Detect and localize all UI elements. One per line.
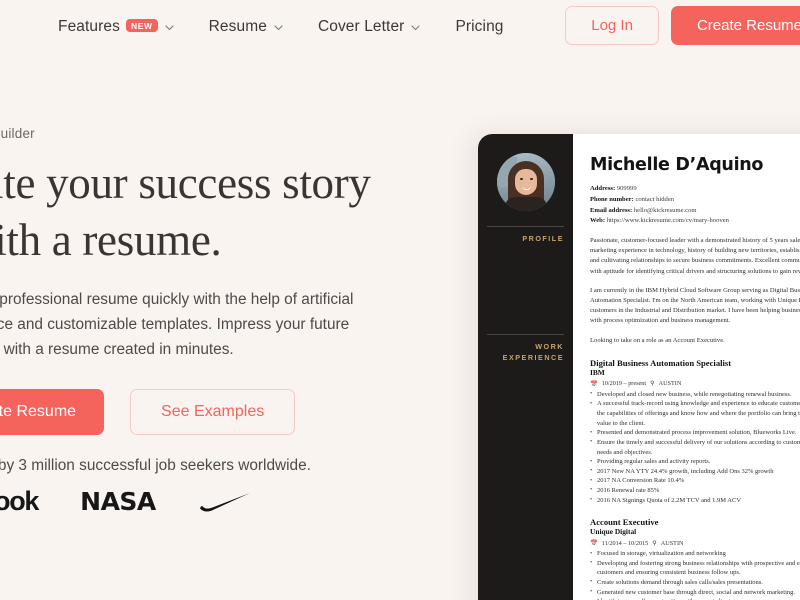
work-label-line-1: WORK — [535, 342, 564, 351]
nav-label-cover-letter: Cover Letter — [317, 17, 405, 35]
job-meta: 📅 11/2014 – 10/2015 ⚲ AUSTIN — [590, 539, 800, 548]
contact-address: Address: 909999 — [590, 184, 800, 195]
list-item: Ensure the timely and successful deliver… — [590, 437, 800, 457]
job-meta: 📅 10/2019 – present ⚲ AUSTIN — [590, 380, 800, 388]
resume-section-label-profile: PROFILE — [487, 226, 564, 245]
contact-address-value: 909999 — [616, 185, 637, 193]
resume-candidate-name: Michelle D’Aquino — [590, 155, 764, 175]
list-item: Developing and fostering strong business… — [590, 558, 800, 578]
contact-web-value: https://www.kickresume.com/cv/mary-hoove… — [606, 217, 729, 225]
nav-item-resume[interactable]: Resume — [209, 18, 284, 36]
resume-body: Michelle D’Aquino Address: 909999 Phone … — [573, 134, 800, 600]
contact-address-label: Address: — [590, 185, 616, 193]
list-item: 2016 Renewal rate 85% — [590, 485, 800, 496]
job-location: AUSTIN — [658, 380, 682, 388]
job-dates: 11/2014 – 10/2015 — [601, 539, 649, 547]
calendar-icon: 📅 — [590, 380, 598, 388]
facebook-logo: facebook — [0, 486, 39, 516]
main-navigation: Features NEW Resume Cover Letter Pricing — [58, 0, 538, 53]
list-item: A successful track-record using knowledg… — [590, 399, 800, 428]
list-item: Focused in storage, virtualization and n… — [590, 549, 800, 559]
nasa-logo: NASA — [80, 487, 156, 516]
login-button[interactable]: Log In — [565, 6, 659, 45]
contact-email-value: hello@kickresume.com — [633, 206, 697, 214]
contact-web: Web: https://www.kickresume.com/cv/mary-… — [590, 216, 800, 227]
list-item: Create solutions demand through sales ca… — [590, 577, 800, 588]
contact-email: Email address: hello@kickresume.com — [590, 206, 800, 217]
resume-preview-card[interactable]: PROFILE WORK EXPERIENCE Michelle D’Aquin… — [478, 134, 800, 600]
list-item: Developed and closed new business, while… — [590, 389, 800, 400]
profile-paragraph-1: Passionate, customer-focused leader with… — [590, 236, 800, 275]
job-title: Account Executive — [590, 517, 659, 528]
calendar-icon: 📅 — [590, 540, 598, 548]
page-title: Write your success story with a resume. — [0, 155, 396, 268]
resume-sidebar: PROFILE WORK EXPERIENCE — [478, 134, 573, 600]
new-badge: NEW — [125, 19, 158, 32]
headline-line-2: with a resume. — [0, 214, 222, 265]
create-resume-header-button[interactable]: Create Resume — [670, 6, 800, 45]
job-company: Unique Digital — [590, 527, 637, 537]
site-header: me Features NEW Resume Cover Letter — [0, 0, 800, 53]
contact-phone-label: Phone number: — [590, 195, 634, 203]
profile-label: PROFILE — [522, 234, 564, 243]
profile-paragraph-2: I am currently in the IBM Hybrid Cloud S… — [590, 286, 800, 325]
job-title: Digital Business Automation Specialist — [590, 357, 732, 368]
hero-subheading: Create a professional resume quickly wit… — [0, 291, 354, 359]
create-resume-button[interactable]: Create Resume — [0, 389, 105, 436]
auth-actions: Log In Create Resume — [565, 6, 800, 45]
list-item: Presented and demonstrated process impro… — [590, 428, 800, 438]
headline-line-1: Write your success story — [0, 158, 371, 208]
chevron-down-icon — [410, 22, 421, 33]
contact-phone: Phone number: contact hidden — [590, 195, 800, 206]
job-bullets: Developed and closed new business, while… — [590, 389, 800, 506]
avatar — [496, 153, 555, 211]
see-examples-button[interactable]: See Examples — [130, 389, 296, 436]
job-location: AUSTIN — [660, 539, 684, 547]
job-company: IBM — [590, 368, 605, 378]
nike-swoosh-logo — [198, 491, 252, 513]
hero-actions: Create Resume See Examples — [0, 389, 396, 436]
work-label-line-2: EXPERIENCE — [502, 352, 564, 362]
location-pin-icon: ⚲ — [652, 539, 657, 547]
contact-web-label: Web: — [590, 217, 606, 225]
list-item: Providing regular sales and activity rep… — [590, 457, 800, 467]
divider — [487, 334, 564, 335]
hero-section: Resume Builder Write your success story … — [0, 126, 396, 436]
resume-section-label-work: WORK EXPERIENCE — [487, 334, 564, 364]
list-item: 2016 NA Signings Quota of 2.2M TCV and 1… — [590, 495, 800, 506]
nav-label-resume: Resume — [208, 17, 267, 35]
contact-email-label: Email address: — [590, 206, 633, 214]
job-bullets: Focused in storage, virtualization and n… — [590, 549, 800, 600]
nav-label-pricing: Pricing — [455, 17, 504, 35]
nav-item-cover-letter[interactable]: Cover Letter — [318, 18, 422, 36]
list-item: Generated new customer base through dire… — [590, 587, 800, 598]
social-proof-text: Trusted by 3 million successful job seek… — [0, 457, 311, 474]
chevron-down-icon — [273, 22, 284, 33]
page-root: me Features NEW Resume Cover Letter — [0, 0, 800, 600]
brand-logo-strip: facebook NASA — [0, 486, 252, 517]
nav-item-features[interactable]: Features NEW — [58, 18, 175, 36]
chevron-down-icon — [164, 22, 175, 33]
job-dates: 10/2019 – present — [601, 380, 647, 388]
list-item: 2017 NA Conversion Rate 10.4% — [590, 476, 800, 486]
nav-label-features: Features — [58, 17, 120, 35]
nav-item-pricing[interactable]: Pricing — [455, 18, 503, 36]
hero-eyebrow: Resume Builder — [0, 126, 35, 141]
location-pin-icon: ⚲ — [650, 380, 655, 388]
divider — [487, 226, 564, 227]
profile-paragraph-3: Looking to take on a role as an Account … — [590, 336, 725, 344]
contact-phone-value: contact hidden — [635, 195, 675, 203]
list-item: 2017 New NA YTY 24.4% growth, including … — [590, 466, 800, 477]
